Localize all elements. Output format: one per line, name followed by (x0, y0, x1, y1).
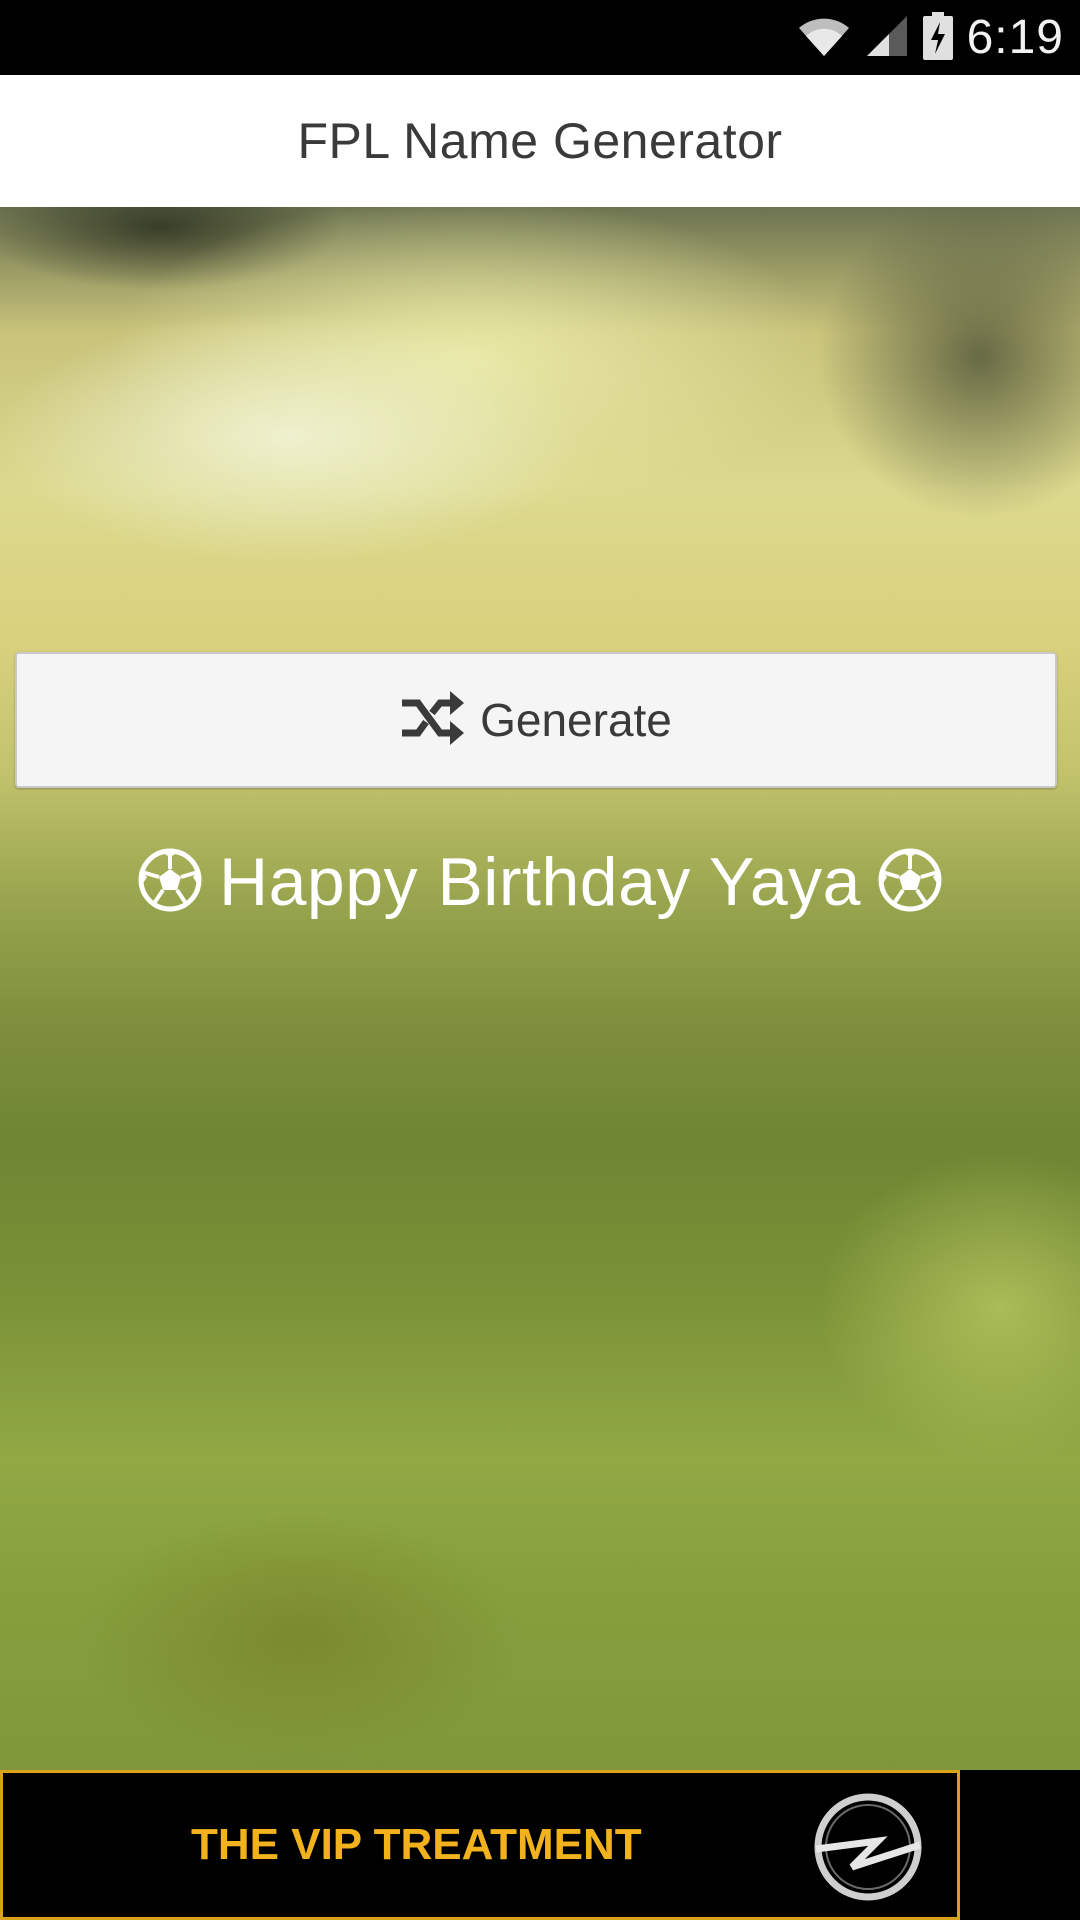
generated-name-line: Happy Birthday Yaya (0, 832, 1080, 932)
soccer-ball-icon (877, 847, 943, 917)
generated-name-text: Happy Birthday Yaya (218, 844, 862, 920)
ad-area: THE VIP TREATMENT (0, 1770, 1080, 1920)
grass-background (0, 207, 1080, 1770)
status-icons: 6:19 (797, 0, 1064, 75)
generate-button-label: Generate (480, 694, 672, 746)
soccer-ball-icon (137, 847, 203, 917)
ad-banner[interactable]: THE VIP TREATMENT (0, 1770, 960, 1920)
opel-logo-icon (808, 1787, 928, 1907)
ad-text: THE VIP TREATMENT (191, 1820, 642, 1869)
app-screen: 6:19 FPL Name Generator Generate Happy B… (0, 0, 1080, 1920)
generate-button[interactable]: Generate (15, 652, 1057, 788)
battery-charging-icon (922, 11, 953, 64)
status-bar: 6:19 (0, 0, 1080, 75)
wifi-icon (797, 14, 851, 62)
main-content: Generate Happy Birthday Yaya (0, 207, 1080, 1770)
action-bar: FPL Name Generator (0, 75, 1080, 207)
status-time: 6:19 (966, 11, 1064, 64)
cell-signal-icon (865, 14, 909, 62)
shuffle-icon (400, 691, 466, 749)
app-title: FPL Name Generator (297, 113, 783, 169)
